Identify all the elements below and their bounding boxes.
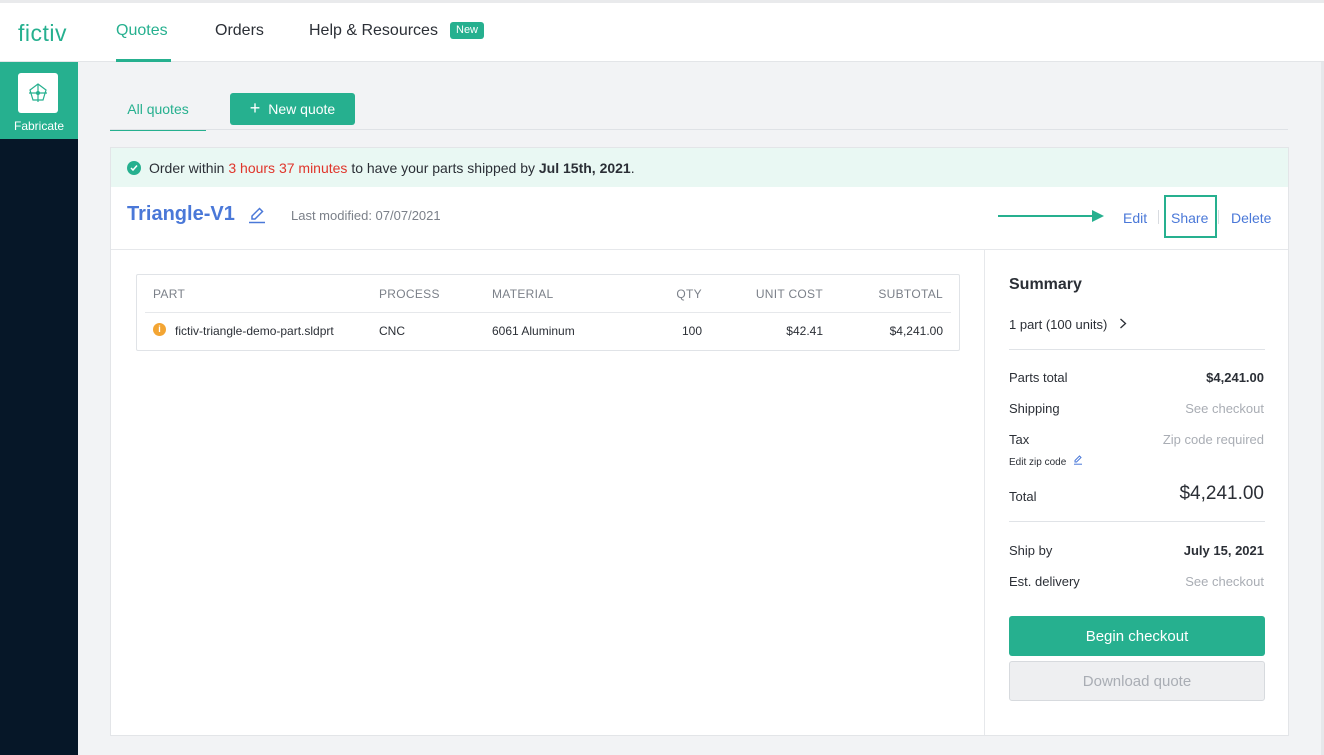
- banner-ship-date: Jul 15th, 2021: [538, 159, 631, 176]
- ship-by-value: July 15, 2021: [1183, 543, 1264, 558]
- column-header-qty: QTY: [676, 287, 702, 301]
- arrow-right-icon: [998, 208, 1104, 229]
- summary-panel: Summary 1 part (100 units) Parts total $…: [984, 250, 1288, 735]
- table-header-divider: [145, 312, 951, 313]
- est-delivery-label: Est. delivery: [1009, 574, 1080, 589]
- nav-tab-orders[interactable]: Orders: [215, 22, 264, 40]
- column-header-material: MATERIAL: [492, 287, 554, 301]
- tab-all-quotes[interactable]: All quotes: [110, 93, 206, 131]
- active-tab-indicator: [116, 59, 171, 62]
- parts-count-link[interactable]: 1 part (100 units): [1009, 317, 1127, 332]
- parts-total-label: Parts total: [1009, 370, 1068, 385]
- subtotal-cell: $4,241.00: [889, 324, 943, 338]
- banner-middle: to have your parts shipped by: [351, 159, 535, 176]
- banner-suffix: .: [630, 159, 635, 176]
- nav-tab-quotes[interactable]: Quotes: [116, 22, 168, 40]
- quote-card: Order within 3 hours 37 minutes to have …: [110, 147, 1289, 736]
- shipping-value: See checkout: [1185, 401, 1264, 416]
- warning-info-icon[interactable]: i: [153, 323, 166, 336]
- summary-title: Summary: [1009, 276, 1082, 293]
- left-sidebar: Fabricate: [0, 62, 78, 755]
- total-value: $4,241.00: [1179, 483, 1264, 504]
- parts-total-value: $4,241.00: [1206, 370, 1264, 385]
- tax-label: Tax: [1009, 432, 1030, 447]
- new-badge: New: [450, 22, 485, 39]
- banner-prefix: Order within: [149, 159, 225, 176]
- tax-value: Zip code required: [1162, 432, 1264, 447]
- delete-quote-link[interactable]: Delete: [1231, 210, 1271, 226]
- edit-title-pencil-icon[interactable]: [248, 206, 266, 229]
- column-header-process: PROCESS: [379, 287, 440, 301]
- est-delivery-value: See checkout: [1185, 574, 1264, 589]
- ship-by-label: Ship by: [1009, 543, 1053, 558]
- qty-cell: 100: [681, 324, 702, 338]
- material-cell: 6061 Aluminum: [492, 324, 575, 338]
- summary-divider: [1009, 349, 1265, 350]
- last-modified-text: Last modified: 07/07/2021: [291, 208, 441, 223]
- action-separator: [1218, 210, 1219, 224]
- edit-zip-code-link[interactable]: Edit zip code: [1009, 455, 1083, 468]
- share-quote-link[interactable]: Share: [1171, 210, 1208, 226]
- begin-checkout-button[interactable]: Begin checkout: [1009, 616, 1265, 656]
- nav-tab-help-resources[interactable]: Help & Resources: [309, 22, 438, 40]
- part-name-cell[interactable]: fictiv-triangle-demo-part.sldprt: [175, 324, 334, 338]
- shipping-label: Shipping: [1009, 401, 1060, 416]
- plus-icon: +: [249, 98, 261, 118]
- top-navigation-bar: fictiv Quotes Orders Help & Resources Ne…: [0, 0, 1324, 62]
- fictiv-logo[interactable]: fictiv: [18, 20, 67, 47]
- chevron-right-icon: [1119, 317, 1127, 332]
- edit-quote-link[interactable]: Edit: [1123, 210, 1147, 226]
- column-header-unit-cost: UNIT COST: [755, 287, 823, 301]
- quote-title: Triangle-V1: [127, 203, 235, 225]
- column-header-part: PART: [153, 287, 186, 301]
- action-separator: [1158, 210, 1159, 224]
- parts-count-text: 1 part (100 units): [1009, 317, 1108, 332]
- banner-time-remaining: 3 hours 37 minutes: [228, 159, 348, 176]
- column-header-subtotal: SUBTOTAL: [878, 287, 943, 301]
- fabricate-icon: [18, 73, 58, 113]
- total-label: Total: [1009, 489, 1037, 504]
- unit-cost-cell: $42.41: [786, 324, 823, 338]
- edit-zip-code-label: Edit zip code: [1009, 457, 1067, 468]
- new-quote-label: New quote: [268, 101, 336, 117]
- sidebar-item-fabricate[interactable]: Fabricate: [0, 62, 78, 139]
- tabs-divider: [110, 129, 1288, 130]
- check-circle-icon: [127, 160, 141, 175]
- shipping-deadline-banner: Order within 3 hours 37 minutes to have …: [111, 148, 1288, 187]
- download-quote-button[interactable]: Download quote: [1009, 661, 1265, 701]
- pencil-icon: [1073, 455, 1083, 468]
- new-quote-button[interactable]: + New quote: [230, 93, 355, 125]
- summary-divider: [1009, 521, 1265, 522]
- process-cell: CNC: [379, 324, 405, 338]
- sidebar-item-label: Fabricate: [13, 119, 65, 133]
- parts-table: PART PROCESS MATERIAL QTY UNIT COST SUBT…: [136, 274, 960, 351]
